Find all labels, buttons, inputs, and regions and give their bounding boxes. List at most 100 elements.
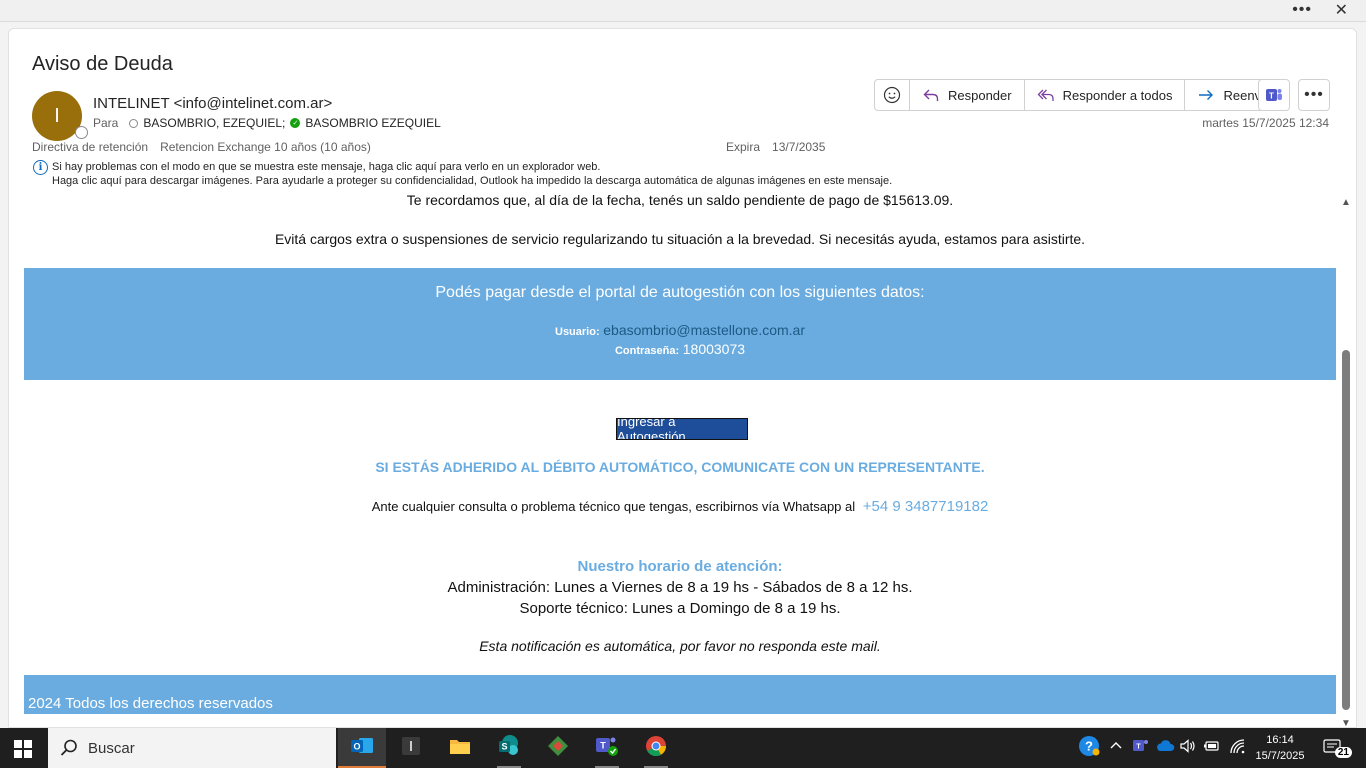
search-placeholder: Buscar <box>88 739 135 757</box>
password-value: 18003073 <box>682 341 746 357</box>
taskbar-app-terminal[interactable] <box>387 728 435 768</box>
password-label: Contraseña: <box>614 345 680 357</box>
taskbar-app-green[interactable] <box>534 728 582 768</box>
cloud-icon <box>1155 739 1175 758</box>
credentials-banner: Podés pagar desde el portal de autogesti… <box>24 268 1336 380</box>
message-actions: Responder Responder a todos Reenviar <box>874 79 1289 111</box>
body-scrollbar[interactable]: ▲ ▼ <box>1339 195 1353 727</box>
tray-network[interactable] <box>1227 728 1249 768</box>
sender-avatar[interactable]: I <box>32 91 88 141</box>
reply-all-label: Responder a todos <box>1062 87 1173 103</box>
recipient-1[interactable]: BASOMBRIO, EZEQUIEL; <box>143 116 285 130</box>
speaker-icon <box>1179 738 1197 759</box>
footer-text: 2024 Todos los derechos reservados <box>28 695 273 712</box>
system-clock[interactable]: 16:14 15/7/2025 <box>1248 732 1312 764</box>
tray-overflow[interactable] <box>1106 728 1126 768</box>
chevron-up-icon <box>1109 739 1123 758</box>
to-label: Para <box>93 116 119 130</box>
password-line: Contraseña: 18003073 <box>24 341 1336 357</box>
taskbar-file-explorer[interactable] <box>436 728 484 768</box>
svg-text:?: ? <box>1085 738 1093 753</box>
notification-center[interactable]: 21 <box>1322 738 1352 758</box>
received-date: martes 15/7/2025 12:34 <box>1202 116 1329 130</box>
help-icon: ? <box>1078 735 1100 762</box>
tray-onedrive[interactable] <box>1154 728 1176 768</box>
taskbar-search[interactable]: Buscar <box>48 728 336 768</box>
search-icon <box>58 737 80 759</box>
reply-button[interactable]: Responder <box>910 80 1025 110</box>
smiley-icon <box>883 86 901 104</box>
svg-text:O: O <box>353 741 360 751</box>
reading-pane: Aviso de Deuda I INTELINET <info@intelin… <box>8 28 1357 728</box>
recipients-line: Para BASOMBRIO, EZEQUIEL; ✓ BASOMBRIO EZ… <box>93 116 441 130</box>
sharepoint-icon: S <box>497 734 521 763</box>
avatar-initial: I <box>54 104 60 127</box>
app-icon <box>546 734 570 763</box>
window-title-bar: ••• ✕ <box>0 0 1366 22</box>
battery-icon <box>1203 739 1221 758</box>
tray-help[interactable]: ? <box>1076 728 1102 768</box>
retention-value: Retencion Exchange 10 años (10 años) <box>160 140 371 154</box>
svg-text:T: T <box>600 740 606 750</box>
tray-battery[interactable] <box>1201 728 1223 768</box>
wifi-icon <box>1229 738 1247 759</box>
clock-time: 16:14 <box>1266 734 1294 746</box>
hours-title: Nuestro horario de atención: <box>577 558 783 575</box>
view-in-browser-link[interactable]: Si hay problemas con el modo en que se m… <box>52 160 892 174</box>
retention-policy: Directiva de retención Retencion Exchange… <box>32 140 371 154</box>
expires-value: 13/7/2035 <box>772 140 826 154</box>
presence-offline-icon <box>75 126 88 139</box>
app-icon <box>400 735 422 762</box>
footer-banner: 2024 Todos los derechos reservados <box>24 675 1336 714</box>
user-email-link[interactable]: ebasombrio@mastellone.com.ar <box>603 322 805 338</box>
notification-count: 21 <box>1334 747 1352 758</box>
close-icon[interactable]: ✕ <box>1335 0 1348 20</box>
recipient-2[interactable]: BASOMBRIO EZEQUIEL <box>305 116 440 130</box>
windows-start-icon[interactable] <box>14 740 32 758</box>
balance-text: Te recordamos que, al día de la fecha, t… <box>406 192 954 208</box>
chrome-icon <box>644 734 668 763</box>
scroll-up-icon[interactable]: ▲ <box>1341 197 1351 208</box>
banner-title: Podés pagar desde el portal de autogesti… <box>435 284 925 301</box>
expiry-info: Expira 13/7/2035 <box>726 140 825 154</box>
forward-arrow-icon <box>1197 86 1215 104</box>
more-actions-button[interactable]: ••• <box>1298 79 1330 111</box>
taskbar-chrome[interactable] <box>632 728 680 768</box>
login-portal-button[interactable]: Ingresar a Autogestión <box>616 414 748 444</box>
expires-label: Expira <box>726 140 761 154</box>
more-options-icon[interactable]: ••• <box>1292 1 1312 19</box>
whatsapp-text: Ante cualquier consulta o problema técni… <box>371 499 856 514</box>
teams-share-button[interactable]: T <box>1258 79 1290 111</box>
ellipsis-icon: ••• <box>1304 86 1324 103</box>
message-body: Te recordamos que, al día de la fecha, t… <box>24 189 1336 727</box>
tray-volume[interactable] <box>1178 728 1198 768</box>
reply-all-button[interactable]: Responder a todos <box>1025 80 1186 110</box>
user-line: Usuario: ebasombrio@mastellone.com.ar <box>24 322 1336 338</box>
download-images-link[interactable]: Haga clic aquí para descargar imágenes. … <box>52 174 892 188</box>
outlook-icon: O <box>350 735 374 762</box>
info-icon: i <box>33 160 48 175</box>
auto-notice: Esta notificación es automática, por fav… <box>479 638 881 654</box>
sender-name[interactable]: INTELINET <info@intelinet.com.ar> <box>93 95 332 112</box>
whatsapp-number-link[interactable]: +54 9 3487719182 <box>863 498 989 515</box>
svg-text:S: S <box>501 741 507 751</box>
hours-support: Soporte técnico: Lunes a Domingo de 8 a … <box>519 600 841 617</box>
taskbar-sharepoint[interactable]: S <box>485 728 533 768</box>
folder-icon <box>448 735 472 762</box>
svg-text:T: T <box>1136 743 1141 750</box>
teams-tray-icon: T <box>1132 737 1150 760</box>
hours-admin: Administración: Lunes a Viernes de 8 a 1… <box>447 579 913 596</box>
user-label: Usuario: <box>555 326 600 338</box>
auto-debit-warning: SI ESTÁS ADHERIDO AL DÉBITO AUTOMÁTICO, … <box>375 459 985 475</box>
info-bar: i Si hay problemas con el modo en que se… <box>33 160 892 188</box>
scroll-down-icon[interactable]: ▼ <box>1341 718 1351 727</box>
presence-available-icon: ✓ <box>290 118 301 128</box>
teams-icon: T <box>594 734 620 763</box>
taskbar-teams[interactable]: T <box>583 728 631 768</box>
scroll-thumb[interactable] <box>1342 350 1350 710</box>
whatsapp-line: Ante cualquier consulta o problema técni… <box>24 498 1336 515</box>
taskbar-outlook[interactable]: O <box>338 728 386 768</box>
reply-all-icon <box>1037 86 1055 104</box>
tray-teams[interactable]: T <box>1130 728 1152 768</box>
emoji-reaction-button[interactable] <box>875 80 910 110</box>
